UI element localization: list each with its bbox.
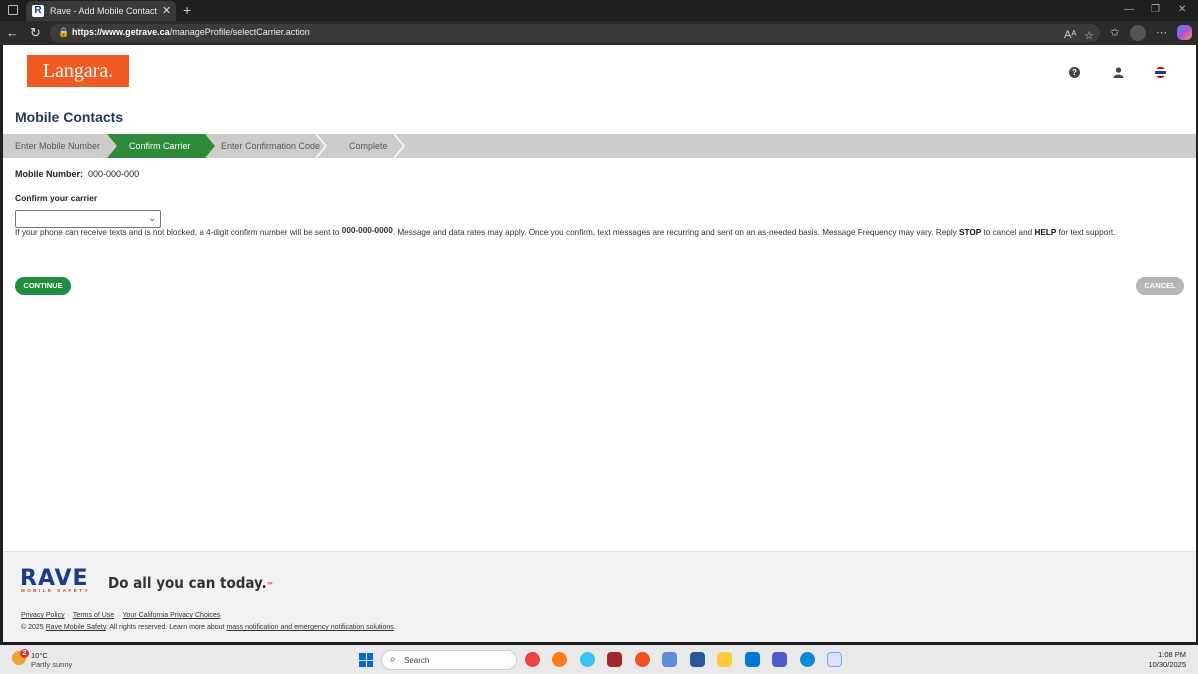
rave-mobile-safety-link[interactable]: Rave Mobile Safety — [46, 624, 106, 631]
langara-logo[interactable]: Langara. — [27, 55, 129, 87]
address-toolbar: ← ↻ 🔒 https://www.getrave.ca/manageProfi… — [0, 21, 1198, 45]
browser-titlebar: R Rave - Add Mobile Contact - Add ✕ + — … — [0, 0, 1198, 21]
lock-icon: 🔒 — [58, 27, 70, 37]
confirm-carrier-label: Confirm your carrier — [15, 193, 98, 203]
clock-date: 10/30/2025 — [1148, 660, 1186, 669]
help-icon[interactable]: ? — [1069, 67, 1080, 78]
step-enter-mobile-number: Enter Mobile Number — [15, 141, 101, 151]
app-icon[interactable] — [635, 652, 650, 667]
privacy-policy-link[interactable]: Privacy Policy — [21, 612, 65, 619]
mass-notification-link[interactable]: mass notification and emergency notifica… — [226, 624, 393, 631]
step-complete: Complete — [349, 141, 388, 151]
continue-button[interactable]: CONTINUE — [15, 277, 71, 295]
rave-logo-subtitle: MOBILE SAFETY — [21, 588, 91, 593]
read-aloud-icon[interactable]: Aᴬ — [1064, 29, 1076, 41]
search-icon: ⌕ — [390, 654, 396, 665]
edge-icon[interactable] — [800, 652, 815, 667]
close-window-icon[interactable]: ✕ — [1178, 4, 1186, 15]
rave-tagline: Do all you can today.™ — [108, 574, 274, 592]
chevron-down-icon: ⌄ — [148, 213, 156, 223]
chrome-icon[interactable] — [525, 652, 540, 667]
carrier-info-text: If your phone can receive texts and is n… — [15, 226, 1116, 237]
snipping-tool-icon[interactable] — [827, 652, 842, 667]
rave-favicon-icon: R — [32, 5, 44, 17]
carrier-select[interactable]: ⌄ — [15, 210, 161, 228]
search-placeholder: Search — [404, 656, 430, 665]
new-tab-icon[interactable]: + — [183, 2, 191, 18]
clock-time: 1:08 PM — [1158, 650, 1186, 659]
tab-actions-icon[interactable] — [8, 5, 18, 15]
cancel-button[interactable]: CANCEL — [1136, 277, 1184, 295]
minimize-icon[interactable]: — — [1124, 4, 1134, 15]
remote-desktop-icon[interactable] — [662, 652, 677, 667]
web-page: Langara. ? Mobile Contacts Enter Mobile … — [3, 45, 1196, 642]
outlook-icon[interactable] — [745, 652, 760, 667]
footer: RAVE MOBILE SAFETY Do all you can today.… — [3, 551, 1196, 642]
copilot-icon[interactable] — [1177, 25, 1192, 40]
windows-start-icon[interactable] — [359, 653, 373, 667]
browser-tab[interactable]: R Rave - Add Mobile Contact - Add ✕ — [26, 1, 176, 21]
teams-icon[interactable] — [772, 652, 787, 667]
taskbar-search[interactable]: ⌕ Search — [381, 650, 517, 670]
refresh-icon[interactable]: ↻ — [30, 25, 41, 41]
rave-logo[interactable]: RAVE — [20, 568, 89, 590]
notes-app-icon[interactable] — [717, 652, 732, 667]
terms-of-use-link[interactable]: Terms of Use — [73, 612, 114, 619]
taskbar: 2 10°C Partly sunny ⌕ Search 1:08 PM 10/… — [0, 645, 1198, 674]
more-menu-icon[interactable]: ⋯ — [1156, 26, 1167, 39]
tab-close-icon[interactable]: ✕ — [162, 4, 171, 17]
calendar-app-icon[interactable] — [690, 652, 705, 667]
weather-desc[interactable]: Partly sunny — [31, 660, 72, 669]
profile-avatar[interactable] — [1130, 25, 1146, 41]
page-title: Mobile Contacts — [15, 109, 124, 125]
slack-icon[interactable] — [580, 652, 595, 667]
california-privacy-link[interactable]: Your California Privacy Choices — [123, 612, 221, 619]
system-clock[interactable]: 1:08 PM 10/30/2025 — [1148, 650, 1186, 670]
access-icon[interactable] — [607, 652, 622, 667]
mobile-number-row: Mobile Number: 000-000-000 — [15, 169, 139, 179]
firefox-icon[interactable] — [552, 652, 567, 667]
mobile-number-value: 000-000-000 — [88, 169, 140, 179]
address-bar[interactable]: 🔒 https://www.getrave.ca/manageProfile/s… — [50, 24, 1100, 42]
footer-copyright: © 2025 Rave Mobile Safety. All rights re… — [21, 624, 396, 631]
favorites-icon[interactable]: ✩ — [1110, 26, 1119, 39]
favorite-star-icon[interactable]: ☆ — [1084, 29, 1094, 42]
weather-temp[interactable]: 10°C — [31, 651, 48, 660]
url-text: https://www.getrave.ca/manageProfile/sel… — [72, 27, 310, 37]
step-confirm-carrier: Confirm Carrier — [129, 141, 191, 151]
mobile-number-label: Mobile Number: — [15, 169, 84, 179]
progress-steps: Enter Mobile Number Confirm Carrier Ente… — [3, 134, 1196, 158]
user-icon[interactable] — [1113, 67, 1124, 78]
footer-links: Privacy Policy · Terms of Use · Your Califor… — [21, 612, 221, 619]
tab-title: Rave - Add Mobile Contact - Add — [50, 6, 158, 16]
restore-icon[interactable]: ❐ — [1151, 4, 1160, 15]
us-flag-icon[interactable] — [1155, 67, 1166, 78]
weather-badge: 2 — [20, 649, 29, 658]
back-arrow-icon[interactable]: ← — [6, 25, 19, 40]
step-enter-confirmation-code: Enter Confirmation Code — [221, 141, 321, 151]
